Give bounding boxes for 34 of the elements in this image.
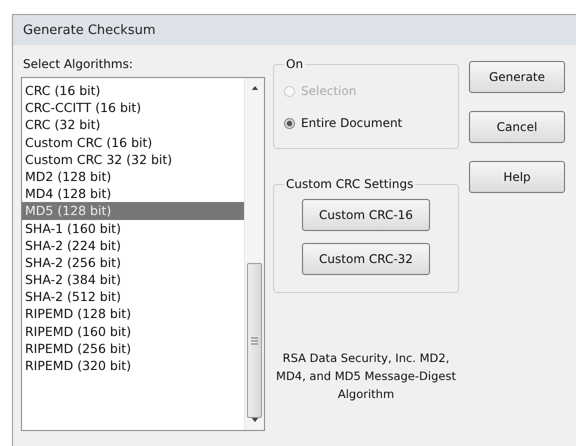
list-item[interactable]: CRC (32 bit) (22, 116, 244, 134)
radio-button[interactable] (284, 118, 295, 128)
window-title: Generate Checksum (23, 22, 156, 38)
list-item[interactable]: SHA-1 (160 bit) (22, 220, 244, 237)
dialog-button[interactable]: Help (469, 161, 565, 193)
list-item[interactable]: Custom CRC 32 (32 bit) (22, 150, 244, 168)
list-item[interactable]: SHA-2 (512 bit) (22, 288, 244, 306)
custom-crc-button[interactable]: Custom CRC-32 (302, 243, 430, 275)
group-label: Custom CRC Settings (285, 177, 414, 191)
list-item[interactable]: SHA-2 (384 bit) (22, 271, 244, 288)
scrollbar[interactable] (244, 78, 264, 430)
list-item[interactable]: Custom CRC (16 bit) (22, 134, 244, 151)
list-item[interactable]: MD5 (128 bit) (22, 202, 244, 220)
list-label: Select Algorithms: (23, 57, 134, 71)
group-label: On (285, 57, 304, 71)
algorithm-list[interactable] (21, 77, 265, 431)
algorithm-note: RSA Data Security, Inc. MD2, MD4, and MD5 Message-Digest Algorithm (275, 350, 457, 403)
custom-crc-button[interactable]: Custom CRC-16 (302, 199, 430, 231)
list-item[interactable]: RIPEMD (320 bit) (22, 357, 244, 374)
dialog-button[interactable]: Generate (469, 61, 565, 93)
list-item[interactable]: RIPEMD (160 bit) (22, 322, 244, 340)
list-item[interactable]: CRC-CCITT (16 bit) (22, 99, 244, 116)
scroll-up-icon[interactable] (250, 86, 258, 90)
list-item[interactable]: CRC (16 bit) (22, 82, 244, 100)
list-item[interactable]: SHA-2 (224 bit) (22, 236, 244, 254)
dialog-button[interactable]: Cancel (469, 111, 565, 143)
radio-option[interactable]: Entire Document (284, 107, 448, 139)
list-item[interactable]: RIPEMD (256 bit) (22, 340, 244, 357)
scroll-thumb[interactable] (247, 263, 262, 418)
list-item[interactable]: MD2 (128 bit) (22, 168, 244, 186)
list-item[interactable]: SHA-2 (256 bit) (22, 254, 244, 272)
list-item[interactable]: RIPEMD (128 bit) (22, 305, 244, 323)
grip-icon (251, 336, 258, 344)
list-item[interactable]: MD4 (128 bit) (22, 185, 244, 202)
